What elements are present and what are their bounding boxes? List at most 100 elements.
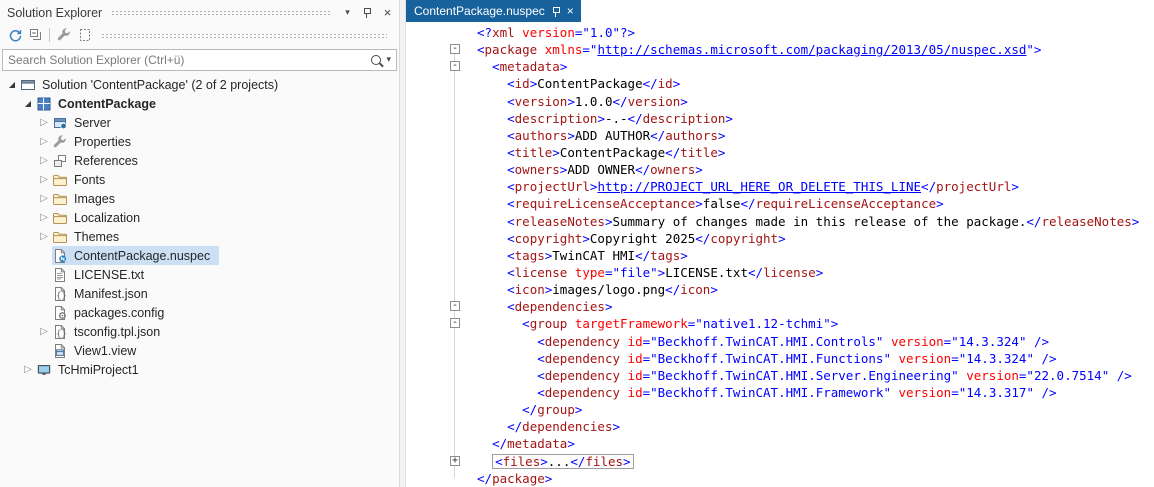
tree-item-packages-config[interactable]: packages.config bbox=[0, 303, 399, 322]
tree-item-tsconfig-tpl-json[interactable]: ▷{}tsconfig.tpl.json bbox=[0, 322, 399, 341]
expander-icon[interactable]: ▷ bbox=[36, 193, 52, 204]
expander-icon[interactable]: ▷ bbox=[36, 212, 52, 223]
tree-item-content: Server bbox=[52, 113, 120, 132]
fold-margin bbox=[406, 401, 477, 418]
pin-button[interactable] bbox=[359, 4, 376, 21]
code-token bbox=[477, 94, 507, 109]
tree-item-properties[interactable]: ▷Properties bbox=[0, 132, 399, 151]
fold-margin bbox=[406, 367, 477, 384]
window-position-button[interactable]: ▾ bbox=[339, 4, 356, 21]
tree-item-fonts[interactable]: ▷Fonts bbox=[0, 170, 399, 189]
code-token: id bbox=[620, 334, 643, 349]
code-token: dependencies bbox=[522, 419, 612, 434]
collapse-all-button[interactable] bbox=[25, 25, 46, 45]
tree-item-view1-view[interactable]: View1.view bbox=[0, 341, 399, 360]
expander-icon[interactable]: ▷ bbox=[20, 364, 36, 375]
code-text: <copyright>Copyright 2025</copyright> bbox=[477, 231, 786, 246]
code-token: tags bbox=[515, 248, 545, 263]
code-token: > bbox=[597, 111, 605, 126]
sync-active-document-button[interactable] bbox=[4, 25, 25, 45]
fold-collapse-icon[interactable]: - bbox=[450, 301, 460, 311]
tree-item-manifest-json[interactable]: {}Manifest.json bbox=[0, 284, 399, 303]
expander-icon[interactable]: ◢ bbox=[20, 99, 36, 108]
code-token: < bbox=[507, 265, 515, 280]
expander-icon[interactable]: ◢ bbox=[4, 80, 20, 89]
code-text: <description>-.-</description> bbox=[477, 111, 733, 126]
search-options-chevron-icon[interactable]: ▾ bbox=[386, 55, 391, 65]
code-token: group bbox=[537, 402, 575, 417]
close-button[interactable]: × bbox=[379, 4, 396, 21]
code-token: < bbox=[507, 196, 515, 211]
code-token: projectUrl bbox=[936, 179, 1011, 194]
tree-item-images[interactable]: ▷Images bbox=[0, 189, 399, 208]
tree-item-contentpackage[interactable]: ◢ ContentPackage bbox=[0, 94, 399, 113]
code-token: =" bbox=[575, 25, 590, 40]
code-token: xmlns bbox=[537, 42, 582, 57]
code-token: < bbox=[507, 179, 515, 194]
solution-icon bbox=[20, 77, 39, 93]
expander-icon[interactable]: ▷ bbox=[36, 174, 52, 185]
code-line: <authors>ADD AUTHOR</authors> bbox=[406, 127, 1154, 144]
code-token: < bbox=[507, 145, 515, 160]
code-token: < bbox=[507, 162, 515, 177]
fold-margin: + bbox=[406, 453, 477, 470]
project-icon bbox=[36, 96, 55, 112]
pin-icon[interactable] bbox=[552, 6, 560, 17]
show-all-files-button[interactable] bbox=[74, 25, 95, 45]
expander-icon[interactable]: ▷ bbox=[36, 231, 52, 242]
toolbar-drag-grip[interactable] bbox=[101, 33, 387, 38]
code-token: requireLicenseAcceptance bbox=[515, 196, 696, 211]
tree-item-contentpackage-nuspec[interactable]: ContentPackage.nuspec bbox=[0, 246, 399, 265]
folder-icon bbox=[52, 172, 71, 188]
tree-item-solution-contentpackage-2-of-2-projects[interactable]: ◢Solution 'ContentPackage' (2 of 2 proje… bbox=[0, 75, 399, 94]
code-token bbox=[477, 282, 507, 297]
close-icon[interactable]: × bbox=[567, 5, 574, 17]
expander-icon[interactable]: ▷ bbox=[36, 326, 52, 337]
tab-contentpackage-nuspec[interactable]: ContentPackage.nuspec × bbox=[406, 0, 581, 22]
svg-text:{}: {} bbox=[56, 291, 67, 301]
expander-icon[interactable]: ▷ bbox=[36, 117, 52, 128]
tree-item-label: References bbox=[71, 154, 138, 168]
tree-item-license-txt[interactable]: LICENSE.txt bbox=[0, 265, 399, 284]
solution-tree: ◢Solution 'ContentPackage' (2 of 2 proje… bbox=[0, 75, 399, 487]
tree-item-references[interactable]: ▷ References bbox=[0, 151, 399, 170]
tree-item-label: tsconfig.tpl.json bbox=[71, 325, 160, 339]
code-token: > bbox=[936, 196, 944, 211]
fold-collapse-icon[interactable]: - bbox=[450, 318, 460, 328]
code-token bbox=[477, 368, 537, 383]
tree-item-label: ContentPackage bbox=[55, 97, 156, 111]
drag-grip[interactable] bbox=[111, 10, 330, 15]
search-box[interactable]: ▾ bbox=[2, 49, 397, 71]
tree-item-server[interactable]: ▷Server bbox=[0, 113, 399, 132]
code-token bbox=[477, 196, 507, 211]
tab-title: ContentPackage.nuspec bbox=[414, 4, 545, 18]
code-text: <files>...</files> bbox=[477, 454, 634, 469]
code-token: " bbox=[951, 368, 959, 383]
code-token: " /> bbox=[1026, 385, 1056, 400]
code-token: releaseNotes bbox=[1041, 214, 1131, 229]
tree-item-themes[interactable]: ▷Themes bbox=[0, 227, 399, 246]
code-token: copyright bbox=[710, 231, 778, 246]
code-text: <license type="file">LICENSE.txt</licens… bbox=[477, 265, 823, 280]
search-input[interactable] bbox=[8, 53, 366, 67]
code-text: </package> bbox=[477, 471, 552, 486]
code-token: id bbox=[658, 76, 673, 91]
expander-icon[interactable]: ▷ bbox=[36, 155, 52, 166]
tree-item-localization[interactable]: ▷Localization bbox=[0, 208, 399, 227]
references-icon bbox=[52, 153, 71, 169]
code-token: < bbox=[507, 76, 515, 91]
fold-margin bbox=[406, 178, 477, 195]
code-token: > bbox=[1132, 214, 1140, 229]
properties-button[interactable] bbox=[53, 25, 74, 45]
fold-expand-icon[interactable]: + bbox=[450, 456, 460, 466]
collapsed-region[interactable]: <files>...</files> bbox=[492, 454, 634, 469]
code-text: </group> bbox=[477, 402, 582, 417]
fold-collapse-icon[interactable]: - bbox=[450, 44, 460, 54]
fold-collapse-icon[interactable]: - bbox=[450, 61, 460, 71]
tree-item-tchmiproject1[interactable]: ▷TcHmiProject1 bbox=[0, 360, 399, 379]
search-icon[interactable] bbox=[371, 55, 381, 65]
code-token: files bbox=[503, 454, 541, 469]
expander-icon[interactable]: ▷ bbox=[36, 136, 52, 147]
code-area[interactable]: <?xml version="1.0"?>-<package xmlns="ht… bbox=[406, 22, 1154, 487]
code-line: <requireLicenseAcceptance>false</require… bbox=[406, 195, 1154, 212]
